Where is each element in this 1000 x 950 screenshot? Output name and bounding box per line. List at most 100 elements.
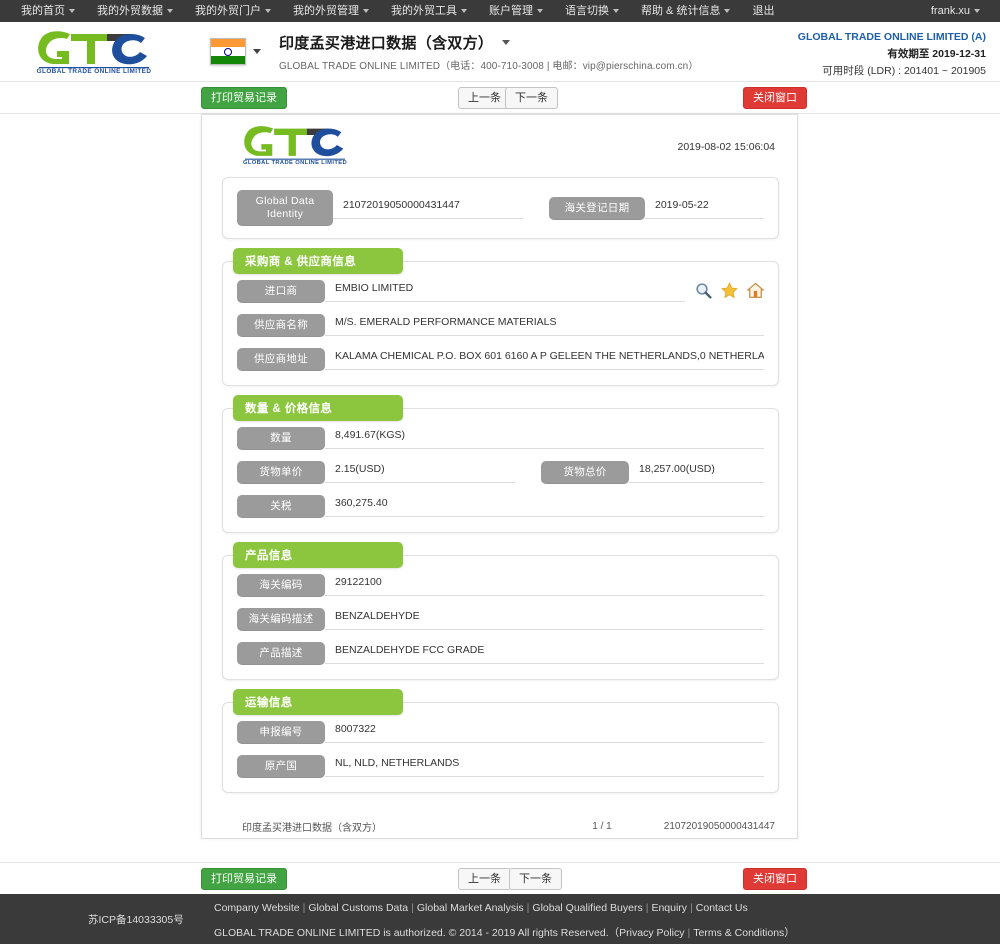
field-value: 360,275.40 [325,496,764,517]
chevron-down-icon [537,9,543,14]
copyright-text: GLOBAL TRADE ONLINE LIMITED is authorize… [214,927,620,939]
record-stage: GLOBAL TRADE ONLINE LIMITED 2019-08-02 1… [0,114,1000,862]
svg-text:GLOBAL TRADE ONLINE LIMITED: GLOBAL TRADE ONLINE LIMITED [243,160,347,165]
country-selector[interactable] [210,38,261,65]
header-title-block: 印度孟买港进口数据（含双方） GLOBAL TRADE ONLINE LIMIT… [279,32,698,72]
search-icon[interactable] [695,282,712,299]
section-title: 采购商 & 供应商信息 [233,248,403,274]
company-contact-line: GLOBAL TRADE ONLINE LIMITED（电话：400-710-3… [279,60,699,72]
field-row: 供应商名称 M/S. EMERALD PERFORMANCE MATERIALS [237,314,764,337]
page-footer: 苏ICP备14033305号 Company Website | Global Cu… [0,894,1000,944]
site-logo[interactable]: GLOBAL TRADE ONLINE LIMITED [14,30,174,74]
nav-item-label: 账户管理 [489,5,533,17]
footer-link[interactable]: Contact Us [696,902,748,914]
gto-logo-icon: GLOBAL TRADE ONLINE LIMITED [37,30,152,74]
print-record-button-bottom[interactable]: 打印贸易记录 [201,868,287,890]
identity-card: Global Data Identity 2107201905000043144… [222,177,779,239]
nav-item-0[interactable]: 我的首页 [10,0,86,22]
print-record-button[interactable]: 打印贸易记录 [201,87,287,109]
field-label: 产品描述 [237,642,325,665]
india-flag-icon [210,38,246,65]
nav-item-4[interactable]: 我的外贸工具 [380,0,478,22]
chevron-down-icon [265,9,271,14]
field-row: 进口商 EMBIO LIMITED [237,280,765,303]
page-title: 印度孟买港进口数据（含双方） [279,34,494,52]
nav-item-5[interactable]: 账户管理 [478,0,554,22]
nav-item-label: 我的外贸工具 [391,5,457,17]
sheet-footer-line: 印度孟买港进口数据（含双方） 1 / 1 2107201905000043144… [242,819,775,834]
field-row: 原产国 NL, NLD, NETHERLANDS [237,755,764,778]
identity-row: Global Data Identity 2107201905000043144… [237,190,764,226]
nav-item-label: 我的外贸管理 [293,5,359,17]
page-header: GLOBAL TRADE ONLINE LIMITED 印度孟买港进口数据（含双… [0,22,1000,82]
section-card: 数量 & 价格信息 数量 8,491.67(KGS) 货物单价 2.15(USD) 货物总… [222,395,779,533]
nav-item-label: 帮助 & 统计信息 [641,5,721,17]
section-card: 采购商 & 供应商信息进口商 EMBIO LIMITED 供应商名称 M/S. EME… [222,248,779,386]
privacy-policy-link[interactable]: Privacy Policy [619,927,684,939]
home-icon[interactable] [746,282,765,299]
nav-item-7[interactable]: 帮助 & 统计信息 [630,0,741,22]
footer-link[interactable]: Global Customs Data [308,902,408,914]
sheet-footer-title: 印度孟买港进口数据（含双方） [242,823,382,834]
next-record-button[interactable]: 下一条 [505,87,558,109]
nav-item-1[interactable]: 我的外贸数据 [86,0,184,22]
svg-text:GLOBAL TRADE ONLINE LIMITED: GLOBAL TRADE ONLINE LIMITED [37,68,152,74]
footer-separator: | [690,902,693,914]
footer-link[interactable]: Global Market Analysis [417,902,524,914]
record-timestamp: 2019-08-02 15:06:04 [677,141,776,153]
field-value: NL, NLD, NETHERLANDS [325,756,764,777]
global-data-identity-value: 21072019050000431447 [333,198,523,219]
field-value: 2.15(USD) [325,462,515,483]
nav-item-2[interactable]: 我的外贸门户 [184,0,282,22]
section-card: 运输信息 申报编号 8007322 原产国 NL, NLD, NETHERLANDS [222,689,779,793]
field-label: 海关编码描述 [237,608,325,631]
field-label: 供应商名称 [237,314,325,337]
footer-separator: | [411,902,414,914]
row-action-icons [695,281,765,302]
field-label: 数量 [237,427,325,450]
star-icon[interactable] [721,281,738,299]
chevron-down-icon [167,9,173,14]
account-info-block: GLOBAL TRADE ONLINE LIMITED (A) 有效期至 201… [798,30,986,79]
previous-record-button[interactable]: 上一条 [458,87,511,109]
field-row: 海关编码 29122100 [237,574,764,597]
field-label: 关税 [237,495,325,518]
close-window-button-bottom[interactable]: 关闭窗口 [743,868,807,890]
account-expiry: 有效期至 2019-12-31 [887,48,986,60]
chevron-down-icon [974,9,980,14]
chevron-down-icon [253,49,261,54]
footer-link[interactable]: Global Qualified Buyers [532,902,642,914]
footer-separator: | [687,927,691,939]
nav-item-label: 语言切换 [565,5,609,17]
field-value: KALAMA CHEMICAL P.O. BOX 601 6160 A P GE… [325,349,764,370]
terms-conditions-link[interactable]: Terms & Conditions [693,927,784,939]
field-value: BENZALDEHYDE [325,609,764,630]
field-value: BENZALDEHYDE FCC GRADE [325,643,764,664]
nav-item-6[interactable]: 语言切换 [554,0,630,22]
footer-link[interactable]: Enquiry [651,902,687,914]
nav-item-3[interactable]: 我的外贸管理 [282,0,380,22]
nav-item-8[interactable]: 退出 [741,0,785,22]
field-label: 进口商 [237,280,325,303]
user-menu[interactable]: frank.xu [921,0,990,22]
chevron-down-icon [69,9,75,14]
field-row: 供应商地址 KALAMA CHEMICAL P.O. BOX 601 6160 A… [237,348,764,371]
previous-record-button-bottom[interactable]: 上一条 [458,868,511,890]
field-row: 申报编号 8007322 [237,721,764,744]
footer-copyright: GLOBAL TRADE ONLINE LIMITED is authorize… [214,925,795,940]
footer-link[interactable]: Company Website [214,902,300,914]
record-sections: 采购商 & 供应商信息进口商 EMBIO LIMITED 供应商名称 M/S. EME… [202,248,797,793]
chevron-down-icon[interactable] [502,39,511,45]
footer-links: Company Website | Global Customs Data | Glob… [214,902,748,914]
section-title: 产品信息 [233,542,403,568]
section-title: 数量 & 价格信息 [233,395,403,421]
next-record-button-bottom[interactable]: 下一条 [509,868,562,890]
nav-item-label: 我的首页 [21,5,65,17]
user-name: frank.xu [930,5,970,17]
nav-item-label: 我的外贸门户 [195,5,261,17]
customs-register-date-value: 2019-05-22 [645,198,764,219]
field-label: 申报编号 [237,721,325,744]
toolbar-bottom: 打印贸易记录 上一条 下一条 关闭窗口 [0,862,1000,894]
close-window-button[interactable]: 关闭窗口 [743,87,807,109]
chevron-down-icon [363,9,369,14]
